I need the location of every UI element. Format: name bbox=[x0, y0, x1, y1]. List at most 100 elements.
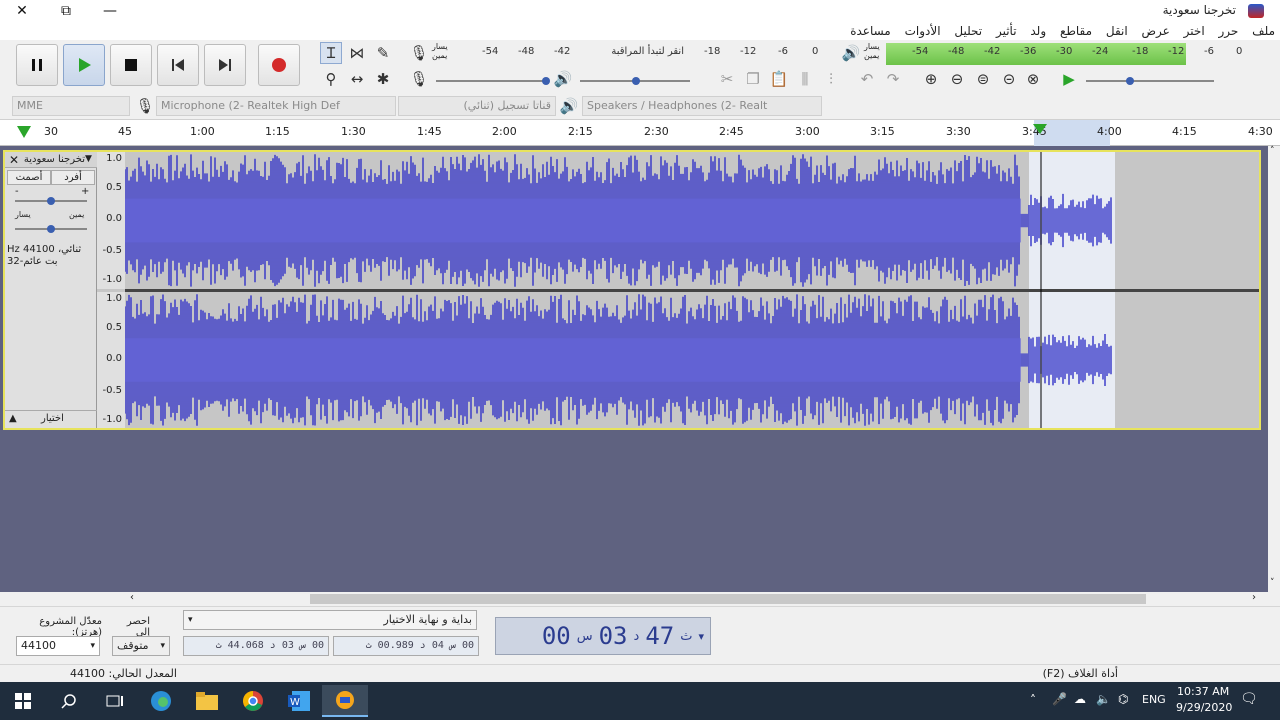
paste-icon[interactable]: 📋 bbox=[768, 68, 790, 90]
stop-button[interactable] bbox=[110, 44, 152, 86]
draw-tool-icon[interactable]: ✎ bbox=[372, 42, 394, 64]
silence-icon[interactable]: ⫶ bbox=[820, 68, 842, 90]
microphone-icon[interactable]: 🎙 bbox=[408, 42, 430, 64]
play-meter-tick: -12 bbox=[1168, 46, 1185, 57]
close-track-icon[interactable]: ✕ bbox=[9, 153, 19, 167]
play-volume-knob[interactable] bbox=[632, 77, 640, 85]
recording-channels-select[interactable]: قناتا تسجيل (ثنائي) bbox=[398, 96, 556, 116]
vertical-scrollbar[interactable]: ˄ ˅ bbox=[1268, 146, 1280, 592]
collapse-track-icon[interactable]: ▲ bbox=[9, 413, 17, 424]
fit-project-icon[interactable]: ⊝ bbox=[998, 68, 1020, 90]
clock-time[interactable]: 10:37 AM bbox=[1177, 685, 1229, 698]
menu-generate[interactable]: ولد bbox=[1025, 22, 1051, 40]
play-meter[interactable]: -54 -48 -42 -36 -30 -24 -18 -12 -6 0 bbox=[886, 42, 1256, 62]
gain-knob[interactable] bbox=[47, 197, 55, 205]
scroll-down-icon[interactable]: ˅ bbox=[1270, 578, 1275, 588]
solo-button[interactable]: أفرد bbox=[51, 170, 95, 185]
menu-edit[interactable]: حرر bbox=[1214, 22, 1244, 40]
menu-help[interactable]: مساعدة bbox=[845, 22, 896, 40]
volume-tray-icon[interactable]: 🔈 bbox=[1096, 692, 1111, 706]
task-view-icon[interactable] bbox=[92, 685, 138, 717]
fit-selection-icon[interactable]: ⊜ bbox=[972, 68, 994, 90]
menu-select[interactable]: اختر bbox=[1179, 22, 1210, 40]
microphone-tray-icon[interactable]: 🎤 bbox=[1052, 692, 1067, 706]
time-display-menu-icon[interactable]: ▾ bbox=[698, 630, 704, 643]
menu-effect[interactable]: تأثير bbox=[991, 22, 1022, 40]
timeline-options-icon[interactable] bbox=[16, 125, 32, 139]
word-icon[interactable]: W bbox=[276, 685, 322, 717]
undo-icon[interactable]: ↶ bbox=[856, 68, 878, 90]
audacity-taskbar-icon[interactable] bbox=[322, 685, 368, 717]
waveform[interactable] bbox=[125, 152, 1259, 428]
record-volume-knob[interactable] bbox=[542, 77, 550, 85]
speaker-icon[interactable]: 🔊 bbox=[840, 42, 862, 64]
skip-to-start-button[interactable] bbox=[157, 44, 199, 86]
timeline-ruler[interactable]: 30 45 1:00 1:15 1:30 1:45 2:00 2:15 2:30… bbox=[0, 120, 1280, 146]
close-icon[interactable]: ✕ bbox=[0, 0, 44, 22]
windows-start-icon[interactable] bbox=[0, 685, 46, 717]
cut-icon[interactable]: ✂ bbox=[716, 68, 738, 90]
trim-icon[interactable]: ⫼ bbox=[794, 68, 816, 90]
menu-view[interactable]: عرض bbox=[1137, 22, 1175, 40]
track-menu-arrow-icon[interactable]: ▼ bbox=[85, 154, 92, 164]
playback-device-select[interactable]: Speakers / Headphones (2- Realt bbox=[582, 96, 822, 116]
audio-position-display[interactable]: ▾ ث 47 د 03 س 00 bbox=[495, 617, 711, 655]
audio-host-select[interactable]: MME bbox=[12, 96, 130, 116]
chrome-icon[interactable] bbox=[230, 685, 276, 717]
menu-tools[interactable]: الأدوات bbox=[900, 22, 946, 40]
play-button[interactable] bbox=[63, 44, 105, 86]
multi-tool-icon[interactable]: ✱ bbox=[372, 68, 394, 90]
track-area[interactable]: ✕ تخرجنا سعودية ▼ أصمت أفرد - + يسار يمي… bbox=[0, 146, 1268, 592]
pan-knob[interactable] bbox=[47, 225, 55, 233]
skip-to-end-button[interactable] bbox=[204, 44, 246, 86]
audio-track[interactable]: ✕ تخرجنا سعودية ▼ أصمت أفرد - + يسار يمي… bbox=[3, 150, 1261, 430]
file-explorer-icon[interactable] bbox=[184, 685, 230, 717]
horizontal-scroll-thumb[interactable] bbox=[310, 594, 1146, 604]
edge-browser-icon[interactable] bbox=[138, 685, 184, 717]
minimize-icon[interactable]: — bbox=[88, 0, 132, 22]
menu-tracks[interactable]: مقاطع bbox=[1055, 22, 1097, 40]
zoom-out-icon[interactable]: ⊖ bbox=[946, 68, 968, 90]
project-rate-select[interactable]: 44100 ▾ bbox=[16, 636, 100, 656]
envelope-tool-icon[interactable]: ⋈ bbox=[346, 42, 368, 64]
playhead-icon[interactable] bbox=[1032, 123, 1048, 135]
scroll-left-icon[interactable]: ‹ bbox=[130, 592, 134, 603]
select-track-button[interactable]: اختيار bbox=[41, 413, 64, 424]
play-at-speed-icon[interactable]: ▶ bbox=[1058, 68, 1080, 90]
onedrive-icon[interactable]: ☁ bbox=[1074, 692, 1086, 706]
play-speed-slider[interactable] bbox=[1086, 80, 1214, 82]
input-language[interactable]: ENG bbox=[1142, 693, 1166, 706]
snap-to-select[interactable]: متوقف ▾ bbox=[112, 636, 170, 656]
selection-end-time[interactable]: 00 س 04 د 00.989 ث bbox=[333, 636, 479, 656]
menu-analyze[interactable]: تحليل bbox=[949, 22, 987, 40]
zoom-in-icon[interactable]: ⊕ bbox=[920, 68, 942, 90]
recording-device-select[interactable]: Microphone (2- Realtek High Def bbox=[156, 96, 396, 116]
record-volume-slider[interactable] bbox=[436, 80, 548, 82]
record-button[interactable] bbox=[258, 44, 300, 86]
selection-tool-icon[interactable]: Ɪ bbox=[320, 42, 342, 64]
timeshift-tool-icon[interactable]: ↔ bbox=[346, 68, 368, 90]
track-name-menu[interactable]: تخرجنا سعودية bbox=[23, 154, 85, 165]
pause-button[interactable] bbox=[16, 44, 58, 86]
play-speed-knob[interactable] bbox=[1126, 77, 1134, 85]
search-icon[interactable] bbox=[46, 685, 92, 717]
scroll-right-icon[interactable]: › bbox=[1252, 592, 1256, 603]
mute-button[interactable]: أصمت bbox=[7, 170, 51, 185]
redo-icon[interactable]: ↷ bbox=[882, 68, 904, 90]
horizontal-scrollbar[interactable]: ‹ › bbox=[0, 592, 1268, 606]
show-hidden-icons-icon[interactable]: ˄ bbox=[1030, 693, 1036, 707]
zoom-tool-icon[interactable]: ⚲ bbox=[320, 68, 342, 90]
copy-icon[interactable]: ❐ bbox=[742, 68, 764, 90]
scroll-up-icon[interactable]: ˄ bbox=[1270, 146, 1275, 156]
clock-date[interactable]: 9/29/2020 bbox=[1176, 701, 1232, 714]
notifications-icon[interactable]: 🗨 bbox=[1240, 691, 1258, 707]
network-tray-icon[interactable]: ⌬ bbox=[1118, 692, 1128, 706]
menu-file[interactable]: ملف bbox=[1247, 22, 1280, 40]
record-meter[interactable]: -54 -48 -42 انقر لتبدأ المراقبة -18 -12 … bbox=[456, 42, 826, 62]
audacity-app-icon bbox=[1248, 4, 1264, 18]
selection-mode-select[interactable]: بداية و نهاية الاختيار ▾ bbox=[183, 610, 477, 630]
selection-start-time[interactable]: 00 س 03 د 44.068 ث bbox=[183, 636, 329, 656]
zoom-toggle-icon[interactable]: ⊗ bbox=[1022, 68, 1044, 90]
menu-transport[interactable]: انقل bbox=[1101, 22, 1133, 40]
restore-icon[interactable]: ⧉ bbox=[44, 0, 88, 22]
